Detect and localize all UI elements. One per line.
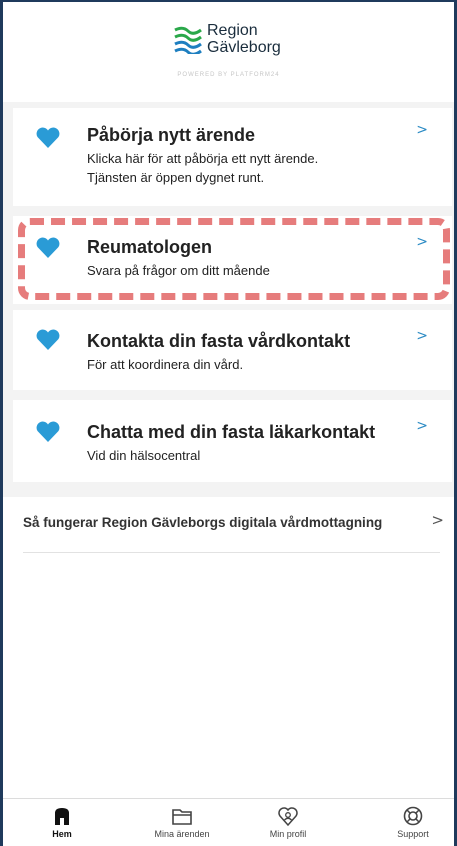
chevron-right-icon: >: [416, 328, 428, 344]
tab-label: Hem: [52, 829, 72, 839]
card-title: Påbörja nytt ärende: [87, 125, 256, 145]
tab-my-profile[interactable]: Min profil: [243, 805, 333, 839]
profile-icon: [278, 807, 298, 827]
chevron-right-icon: >: [416, 122, 428, 138]
empty-area: [3, 553, 454, 798]
card-subtitle: Svara på frågor om ditt mående: [87, 263, 270, 278]
chevron-right-icon: >: [416, 418, 428, 434]
card-title: Chatta med din fasta läkarkontakt: [87, 422, 376, 442]
card-subtitle: Klicka här för att påbörja ett nytt ären…: [87, 151, 319, 166]
card-subtitle: För att koordinera din vård.: [87, 357, 244, 372]
bottom-tab-bar: Hem Mina ärenden Min profil Support: [3, 798, 454, 846]
powered-by: POWERED BY PLATFORM24: [177, 72, 280, 78]
logo-text-line1: Region: [207, 22, 258, 39]
folder-icon: [172, 809, 192, 825]
support-icon: [403, 806, 423, 826]
card-title: Kontakta din fasta vårdkontakt: [87, 331, 351, 351]
card-new-case[interactable]: Påbörja nytt ärende Klicka här för att p…: [13, 108, 452, 206]
chevron-right-icon: >: [431, 511, 444, 529]
card-reumatologen[interactable]: Reumatologen Svara på frågor om ditt måe…: [13, 216, 452, 304]
info-link-how-it-works[interactable]: Så fungerar Region Gävleborgs digitala v…: [3, 497, 454, 553]
card-title: Reumatologen: [87, 237, 213, 257]
home-icon: [55, 808, 69, 825]
heart-icon: [36, 127, 60, 148]
heart-icon: [36, 329, 60, 350]
card-subtitle: Vid din hälsocentral: [87, 448, 201, 463]
tab-home[interactable]: Hem: [17, 805, 107, 839]
logo-waves-icon: [174, 26, 202, 54]
card-subtitle-2: Tjänsten är öppen dygnet runt.: [87, 170, 265, 185]
tab-label: Mina ärenden: [154, 829, 210, 839]
tab-label: Support: [397, 829, 429, 839]
chevron-right-icon: >: [416, 234, 428, 250]
tab-my-cases[interactable]: Mina ärenden: [137, 805, 227, 839]
tab-label: Min profil: [269, 829, 307, 839]
card-contact-care-contact[interactable]: Kontakta din fasta vårdkontakt För att k…: [13, 310, 452, 390]
card-chat-doctor[interactable]: Chatta med din fasta läkarkontakt Vid di…: [13, 400, 452, 482]
region-logo: Region Gävleborg: [173, 22, 313, 62]
heart-icon: [36, 421, 60, 442]
heart-icon: [36, 237, 60, 258]
logo-text-line2: Gävleborg: [207, 39, 281, 56]
header: Region Gävleborg POWERED BY PLATFORM24: [3, 2, 454, 102]
info-link-label: Så fungerar Region Gävleborgs digitala v…: [23, 515, 383, 530]
tab-support[interactable]: Support: [368, 805, 457, 839]
